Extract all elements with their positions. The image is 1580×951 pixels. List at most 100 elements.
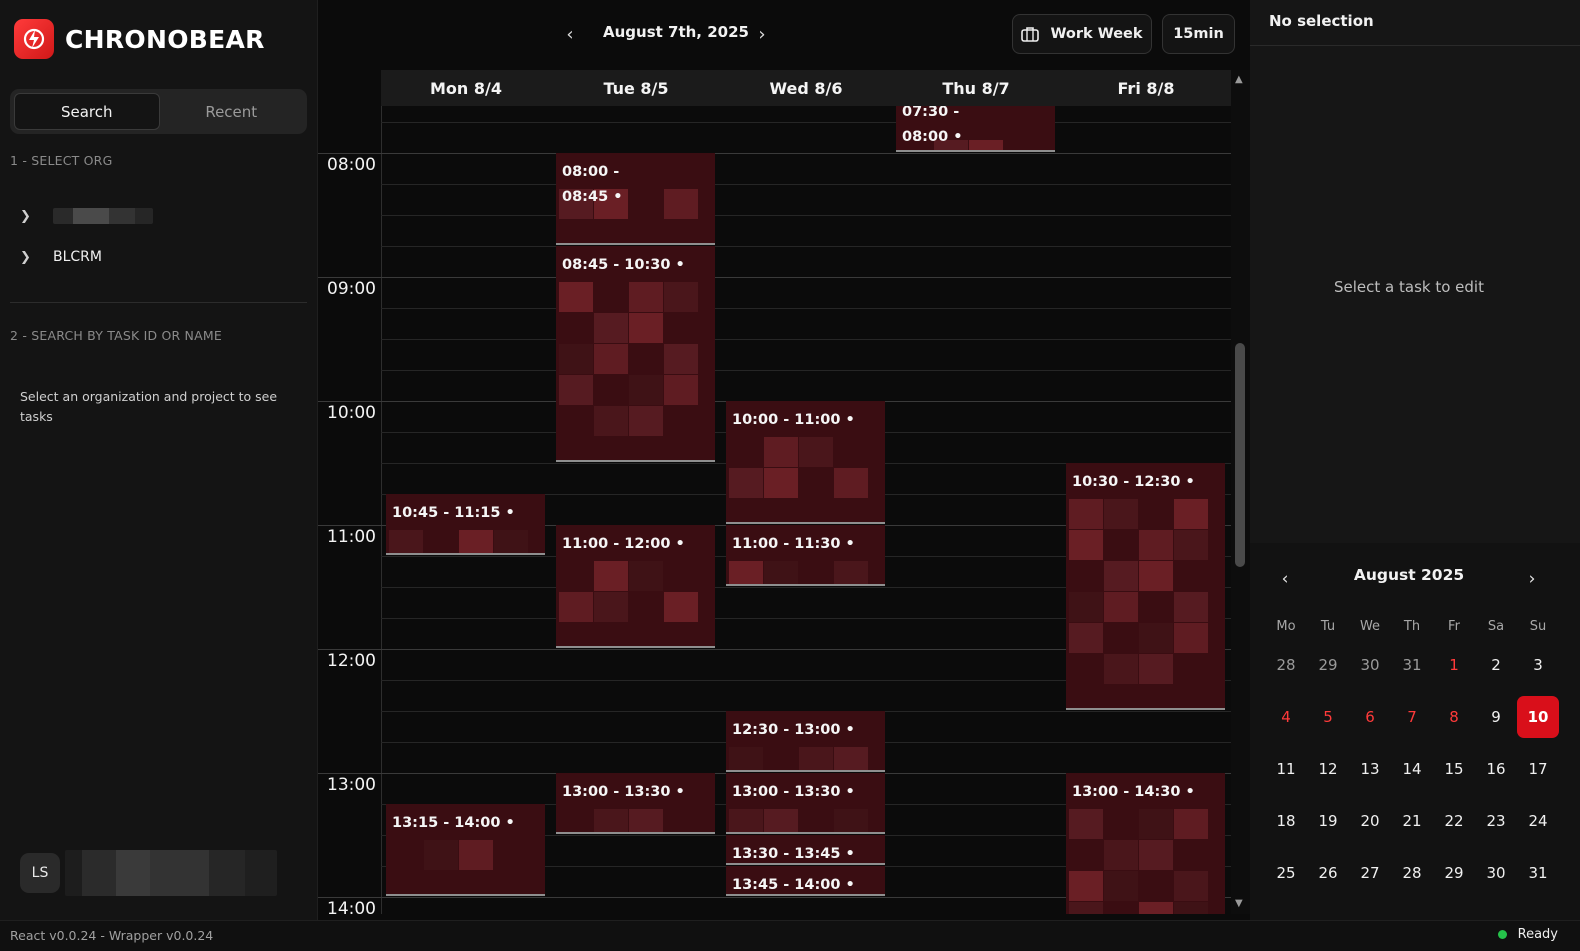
calendar-event[interactable]: 13:15 - 14:00 • [386,804,545,896]
status-indicator: Ready [1497,927,1558,942]
weekday-label: Sa [1487,618,1505,634]
scroll-thumb[interactable] [1235,343,1245,567]
event-detail-redacted [1069,809,1103,839]
sidebar-divider [10,302,307,303]
event-detail-redacted [1174,902,1208,914]
mini-day-number: 2 [1491,656,1501,674]
event-time: 10:30 - 12:30 • [1072,474,1195,490]
mini-day[interactable]: 30 [1349,639,1391,691]
mini-day[interactable]: 7 [1391,691,1433,743]
scroll-down-icon[interactable]: ▼ [1235,898,1243,909]
mini-day[interactable]: 5 [1307,691,1349,743]
search-hint: Select an organization and project to se… [20,389,278,424]
mini-day[interactable]: 26 [1307,847,1349,899]
event-detail-redacted [1139,902,1173,914]
quarter-line [381,246,1231,247]
event-detail-redacted [629,282,663,312]
next-month-button[interactable]: › [1520,567,1544,591]
quarter-line [381,184,1231,185]
mini-day[interactable]: 11 [1265,743,1307,795]
mini-day-selected[interactable]: 10 [1517,691,1559,743]
mini-day[interactable]: 1 [1433,639,1475,691]
event-detail-redacted [1139,530,1173,560]
mini-day[interactable]: 3 [1517,639,1559,691]
calendar-event[interactable]: 08:45 - 10:30 • [556,246,715,462]
calendar-event[interactable]: 11:00 - 12:00 • [556,525,715,648]
weekday-label: Mo [1276,618,1296,634]
mini-day[interactable]: 22 [1433,795,1475,847]
calendar-event[interactable]: 11:00 - 11:30 • [726,525,885,586]
mini-day[interactable]: 24 [1517,795,1559,847]
calendar-event[interactable]: 10:45 - 11:15 • [386,494,545,555]
calendar-event[interactable]: 13:00 - 13:30 • [726,773,885,834]
weekday-label: We [1359,618,1381,634]
mini-day-number: 29 [1318,656,1338,674]
mini-day[interactable]: 27 [1349,847,1391,899]
event-detail-redacted [559,592,593,622]
event-detail-redacted [664,592,698,622]
mini-day-number: 30 [1486,864,1506,882]
calendar-event[interactable]: 13:00 - 14:30 • [1066,773,1225,914]
calendar-event[interactable]: 12:30 - 13:00 • [726,711,885,772]
calendar-event[interactable]: 13:30 - 13:45 • [726,835,885,865]
mini-day[interactable]: 4 [1265,691,1307,743]
calendar-event[interactable]: 13:45 - 14:00 • [726,866,885,896]
mini-day[interactable]: 31 [1517,847,1559,899]
mini-day[interactable]: 9 [1475,691,1517,743]
mini-day[interactable]: 16 [1475,743,1517,795]
time-label: 09:00 [327,279,376,299]
mini-day[interactable]: 23 [1475,795,1517,847]
event-time: 08:00 - 08:45 • [562,164,623,205]
scroll-up-icon[interactable]: ▲ [1235,74,1243,85]
org-item-redacted[interactable]: ❯ [20,202,153,230]
view-mode-button[interactable]: Work Week [1012,14,1152,54]
mini-day[interactable]: 6 [1349,691,1391,743]
event-detail-redacted [1069,902,1103,914]
mini-day-number: 31 [1528,864,1548,882]
mini-day[interactable]: 25 [1265,847,1307,899]
mini-day-number: 14 [1402,760,1422,778]
mini-day[interactable]: 28 [1265,639,1307,691]
mini-day[interactable]: 30 [1475,847,1517,899]
mini-day[interactable]: 8 [1433,691,1475,743]
calendar-event[interactable]: 08:00 - 08:45 • [556,153,715,245]
calendar-scrollbar[interactable]: ▲ ▼ [1231,70,1250,914]
mini-day-number: 13 [1360,760,1380,778]
mini-day[interactable]: 29 [1433,847,1475,899]
user-name-redacted [65,850,277,896]
mini-day[interactable]: 18 [1265,795,1307,847]
event-detail-redacted [1139,561,1173,591]
interval-button[interactable]: 15min [1162,14,1235,54]
mini-day[interactable]: 19 [1307,795,1349,847]
mini-day[interactable]: 15 [1433,743,1475,795]
panel-divider [1250,45,1580,46]
tab-search[interactable]: Search [14,93,160,130]
org-item-blcrm[interactable]: ❯ BLCRM [20,243,102,271]
version-text: React v0.0.24 - Wrapper v0.0.24 [10,928,214,943]
event-detail-redacted [729,468,763,498]
calendar-grid[interactable]: 08:00 09:00 10:00 11:00 12:00 13:00 14:00 07:30… [318,106,1231,914]
next-week-button[interactable]: › [750,22,774,46]
mini-day-number: 26 [1318,864,1338,882]
event-detail-redacted [424,840,458,870]
mini-day[interactable]: 17 [1517,743,1559,795]
tab-recent[interactable]: Recent [160,93,304,130]
mini-day[interactable]: 13 [1349,743,1391,795]
quarter-line [381,370,1231,371]
calendar-event[interactable]: 07:30 - 08:00 • [896,106,1055,152]
mini-day[interactable]: 29 [1307,639,1349,691]
calendar-event[interactable]: 13:00 - 13:30 • [556,773,715,834]
event-time: 11:00 - 11:30 • [732,536,855,552]
mini-day[interactable]: 12 [1307,743,1349,795]
mini-day[interactable]: 31 [1391,639,1433,691]
calendar-event[interactable]: 10:00 - 11:00 • [726,401,885,524]
mini-day[interactable]: 14 [1391,743,1433,795]
mini-day[interactable]: 28 [1391,847,1433,899]
prev-week-button[interactable]: ‹ [558,22,582,46]
user-row[interactable]: LS [20,850,277,896]
calendar-event[interactable]: 10:30 - 12:30 • [1066,463,1225,710]
hour-line [318,153,1231,154]
mini-day[interactable]: 21 [1391,795,1433,847]
mini-day[interactable]: 20 [1349,795,1391,847]
mini-day[interactable]: 2 [1475,639,1517,691]
